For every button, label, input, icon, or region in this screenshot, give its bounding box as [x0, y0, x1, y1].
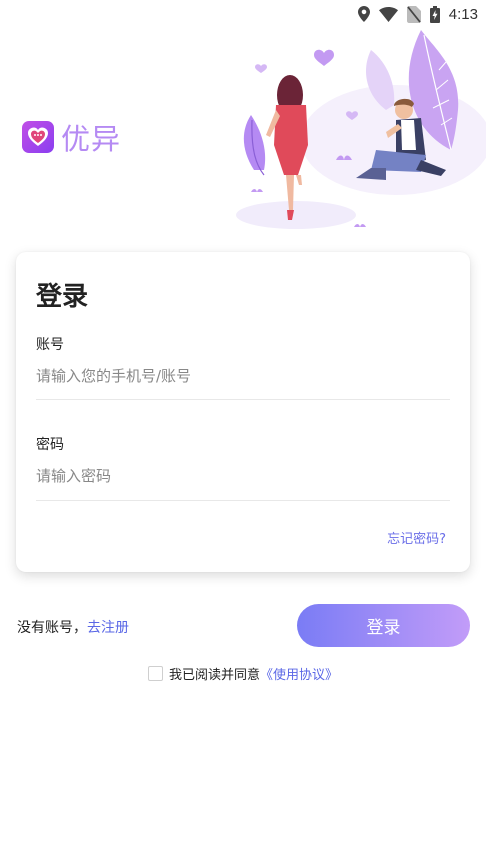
- terms-link[interactable]: 《使用协议》: [260, 664, 338, 683]
- login-title: 登录: [36, 282, 89, 312]
- agreement-checkbox[interactable]: [148, 666, 163, 681]
- register-link[interactable]: 去注册: [87, 620, 129, 636]
- password-input[interactable]: [36, 458, 450, 494]
- app-name: 优异: [61, 122, 122, 156]
- account-input[interactable]: [36, 358, 450, 394]
- account-divider: [36, 399, 450, 400]
- password-divider: [36, 500, 450, 501]
- heart-chat-icon: [22, 121, 54, 153]
- account-label: 账号: [36, 337, 64, 353]
- login-card: 登录 账号 密码 忘记密码?: [16, 252, 470, 572]
- register-prompt: 没有账号，去注册: [17, 617, 129, 637]
- login-button[interactable]: 登录: [297, 604, 470, 647]
- no-account-text: 没有账号，: [17, 620, 87, 636]
- agreement-row: 我已阅读并同意 《使用协议》: [148, 664, 338, 683]
- agreement-text: 我已阅读并同意: [169, 668, 261, 683]
- app-logo: 优异: [22, 116, 121, 158]
- forgot-password-link[interactable]: 忘记密码?: [387, 528, 446, 547]
- password-label: 密码: [36, 437, 64, 453]
- couple-illustration: [236, 20, 486, 250]
